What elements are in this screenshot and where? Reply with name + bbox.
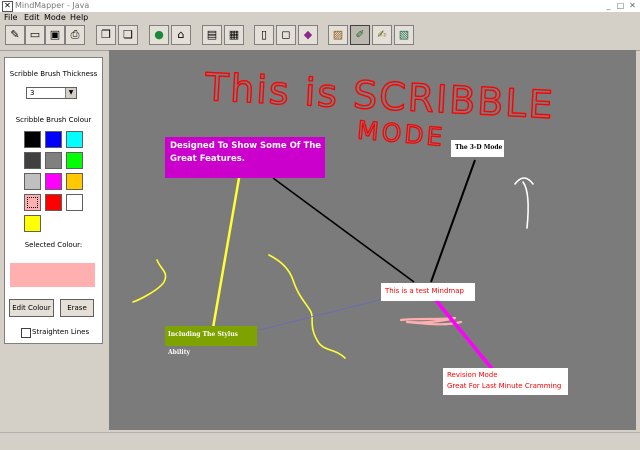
colour-label: Scribble Brush Colour: [15, 116, 92, 124]
style-mode-button[interactable]: ▧: [394, 25, 414, 45]
3d-mode-button[interactable]: ◆: [298, 25, 318, 45]
maximize-button[interactable]: □: [615, 1, 626, 10]
colour-swatch[interactable]: [66, 173, 83, 190]
toolbar: ✎ ▭ ▣ ⎙ ❐ ❏ ● ⌂ ▤ ▦ ▯ ◻ ◆ ▨ ✐ ✍ ▧: [0, 23, 640, 51]
print-icon: ⎙: [70, 28, 80, 41]
colour-swatch[interactable]: [45, 131, 62, 148]
node-button[interactable]: ◻: [276, 25, 296, 45]
colour-swatch[interactable]: [24, 152, 41, 169]
link-features-stylus: [211, 177, 241, 329]
node-test-mindmap-label: This is a test Mindmap: [385, 287, 464, 295]
save-icon: ▣: [49, 28, 61, 41]
yellow-scribble-1: [132, 259, 167, 303]
window-title: MindMapper - Java: [15, 1, 90, 10]
app-icon: ✕: [2, 1, 13, 12]
style-mode-icon: ▧: [398, 28, 410, 41]
page-icon: ▯: [260, 28, 268, 41]
minimize-button[interactable]: _: [603, 1, 614, 10]
picture-mode-button[interactable]: ▨: [328, 25, 348, 45]
yellow-scribble-2: [268, 254, 346, 359]
node-icon: ◻: [281, 28, 291, 41]
erase-button[interactable]: Erase: [60, 299, 94, 317]
thickness-value: 3: [30, 89, 35, 97]
scribble-mode-button[interactable]: ✐: [350, 25, 370, 45]
node-features[interactable]: Designed To Show Some Of The Great Featu…: [165, 137, 325, 178]
globe-icon: ●: [154, 28, 164, 41]
globe-button[interactable]: ●: [149, 25, 169, 45]
thickness-select[interactable]: 3 ▼: [26, 87, 77, 99]
menu-help[interactable]: Help: [70, 12, 88, 23]
node-3d-mode-label: The 3-D Mode: [455, 144, 503, 151]
node-stylus-ability[interactable]: Including The Stylus Ability: [165, 326, 257, 356]
new-document-button[interactable]: ✎: [5, 25, 25, 45]
white-arrow-scribble: [514, 177, 534, 229]
node-3d-mode[interactable]: The 3-D Mode: [451, 140, 504, 157]
node-test-mindmap[interactable]: This is a test Mindmap: [381, 283, 475, 301]
page-button[interactable]: ▯: [254, 25, 274, 45]
menu-file[interactable]: File: [4, 12, 17, 23]
3d-mode-icon: ◆: [303, 28, 313, 41]
mindmap-canvas[interactable]: This is SCRIBBLE MODE Designed To Show S…: [109, 50, 636, 430]
colour-swatch[interactable]: [66, 131, 83, 148]
node-revision-mode[interactable]: Revision Mode Great For Last Minute Cram…: [443, 368, 568, 395]
colour-swatch[interactable]: [66, 152, 83, 169]
properties-button[interactable]: ▤: [202, 25, 222, 45]
straighten-lines-label: Straighten Lines: [32, 328, 90, 336]
straighten-lines-checkbox[interactable]: [21, 328, 31, 338]
print-button[interactable]: ⎙: [65, 25, 85, 45]
colour-swatch[interactable]: [66, 194, 83, 211]
colour-swatch[interactable]: [24, 215, 41, 232]
menu-edit[interactable]: Edit: [24, 12, 40, 23]
copy-icon: ❐: [101, 28, 111, 41]
image-settings-icon: ▦: [228, 28, 240, 41]
node-features-line2: Great Features.: [170, 154, 246, 164]
colour-swatch[interactable]: [45, 152, 62, 169]
scribble-layer: This is SCRIBBLE MODE: [132, 64, 556, 359]
colour-swatch[interactable]: [24, 173, 41, 190]
copy-button[interactable]: ❐: [96, 25, 116, 45]
paste-icon: ❏: [123, 28, 133, 41]
open-folder-icon: ▭: [29, 28, 41, 41]
new-document-icon: ✎: [10, 28, 20, 41]
selected-colour-preview: [10, 263, 95, 287]
thickness-label: Scribble Brush Thickness: [9, 70, 98, 78]
colour-swatch[interactable]: [45, 173, 62, 190]
home-button[interactable]: ⌂: [171, 25, 191, 45]
edit-colour-button[interactable]: Edit Colour: [9, 299, 54, 317]
properties-icon: ▤: [206, 28, 218, 41]
revision-mode-icon: ✍: [377, 28, 387, 41]
image-settings-button[interactable]: ▦: [224, 25, 244, 45]
paste-button[interactable]: ❏: [118, 25, 138, 45]
home-icon: ⌂: [177, 28, 185, 41]
selected-colour-label: Selected Colour:: [24, 241, 83, 249]
link-threed-test: [430, 159, 476, 283]
menu-mode[interactable]: Mode: [44, 12, 66, 23]
node-features-line1: Designed To Show Some Of The: [170, 141, 322, 151]
node-revision-mode-line1: Revision Mode: [447, 371, 498, 379]
scribble-settings-panel: Scribble Brush Thickness 3 ▼ Scribble Br…: [4, 57, 103, 344]
picture-mode-icon: ▨: [332, 28, 344, 41]
status-bar: [0, 432, 640, 450]
link-stylus-test: [258, 297, 388, 331]
menu-bar: File Edit Mode Help: [0, 12, 640, 23]
close-button[interactable]: ✕: [627, 1, 638, 10]
node-revision-mode-line2: Great For Last Minute Cramming: [447, 382, 562, 390]
colour-swatch[interactable]: [24, 131, 41, 148]
link-test-revision: [432, 296, 495, 372]
open-button[interactable]: ▭: [25, 25, 45, 45]
colour-swatch[interactable]: [45, 194, 62, 211]
revision-mode-button[interactable]: ✍: [372, 25, 392, 45]
link-features-test: [272, 177, 415, 283]
chevron-down-icon[interactable]: ▼: [65, 88, 76, 98]
scribble-mode-icon: ✐: [355, 28, 365, 41]
colour-swatch[interactable]: [24, 194, 41, 211]
save-button[interactable]: ▣: [45, 25, 65, 45]
